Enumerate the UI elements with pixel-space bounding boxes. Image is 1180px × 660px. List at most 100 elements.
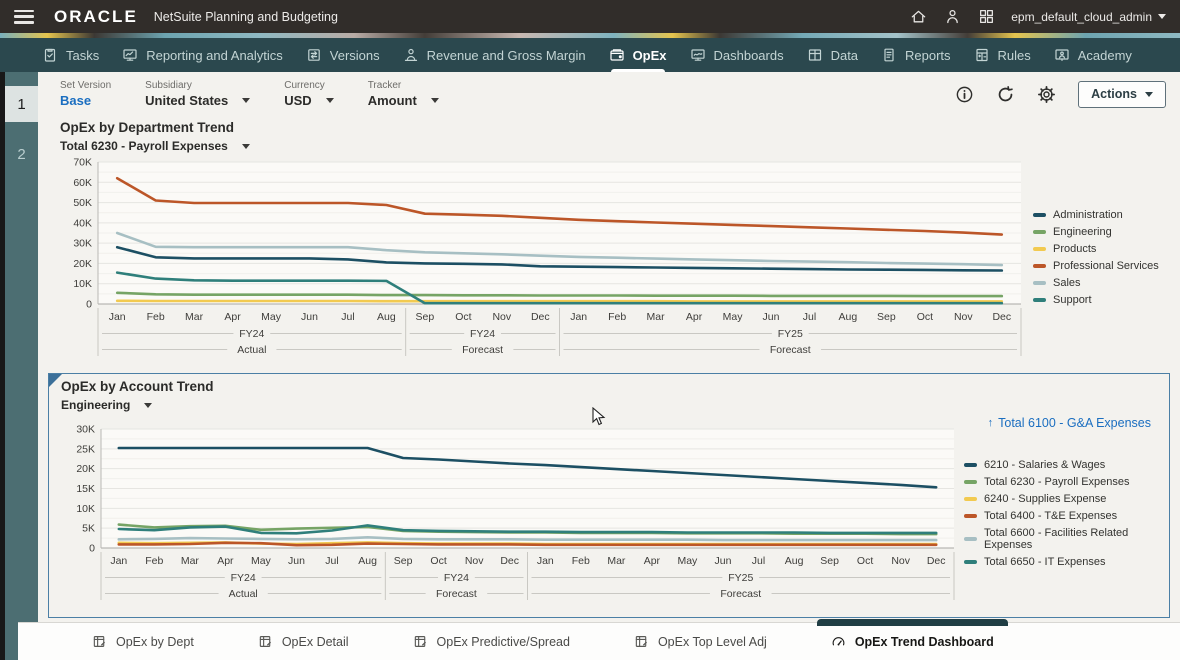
svg-text:Feb: Feb <box>572 555 590 567</box>
legend-item-total-6650-it-expenses[interactable]: Total 6650 - IT Expenses <box>964 556 1167 568</box>
svg-text:Oct: Oct <box>455 311 471 323</box>
chevron-down-icon <box>326 98 334 103</box>
bottom-tab-opex-predictive-spread[interactable]: OpEx Predictive/Spread <box>413 623 570 660</box>
revenue-icon <box>403 47 419 63</box>
sidebar-page-1[interactable]: 1 <box>5 86 38 122</box>
svg-text:70K: 70K <box>73 157 92 169</box>
chevron-down-icon <box>242 98 250 103</box>
legend-label: Engineering <box>1053 226 1112 238</box>
svg-text:30K: 30K <box>76 424 95 436</box>
bottom-tab-opex-trend-dashboard[interactable]: OpEx Trend Dashboard <box>831 623 994 660</box>
nav-tab-revenue-and-gross-margin[interactable]: Revenue and Gross Margin <box>403 38 586 72</box>
svg-text:FY24: FY24 <box>239 328 264 340</box>
chart1-title: OpEx by Department Trend <box>60 120 1180 135</box>
accessibility-icon[interactable] <box>943 8 961 26</box>
legend-item-6240-supplies-expense[interactable]: 6240 - Supplies Expense <box>964 493 1167 505</box>
chevron-down-icon <box>144 403 152 408</box>
reports-icon <box>881 47 897 63</box>
page-sidebar: 12 <box>0 72 38 660</box>
legend-item-total-6230-payroll-expenses[interactable]: Total 6230 - Payroll Expenses <box>964 476 1167 488</box>
legend-item-support[interactable]: Support <box>1033 294 1179 306</box>
filter-currency[interactable]: CurrencyUSD <box>284 80 333 108</box>
filter-label: Subsidiary <box>145 80 250 91</box>
account-trend-chart[interactable]: 05K10K15K20K25K30KJanFebMarAprMayJunJulA… <box>57 422 962 604</box>
user-name: epm_default_cloud_admin <box>1011 10 1152 24</box>
filter-value: Base <box>60 93 111 108</box>
chevron-down-icon <box>1145 92 1153 97</box>
academy-icon <box>1054 47 1070 63</box>
nav-tabs: Tasks Reporting and Analytics Versions Reve… <box>0 38 1180 72</box>
nav-tab-rules[interactable]: Rules <box>974 38 1031 72</box>
bottom-tab-label: OpEx Top Level Adj <box>658 635 767 649</box>
chevron-down-icon <box>431 98 439 103</box>
refresh-icon[interactable] <box>996 85 1015 104</box>
chart1-dimension-selector[interactable]: Total 6230 - Payroll Expenses <box>60 139 1180 153</box>
filters-container: Set VersionBase SubsidiaryUnited States Cu… <box>60 80 473 108</box>
nav-tab-opex[interactable]: OpEx <box>609 38 667 72</box>
legend-label: Products <box>1053 243 1096 255</box>
nav-tab-tasks[interactable]: Tasks <box>42 38 99 72</box>
nav-tab-versions[interactable]: Versions <box>306 38 380 72</box>
legend-swatch <box>1033 247 1046 251</box>
svg-text:Sep: Sep <box>416 311 435 323</box>
bottom-tab-label: OpEx Predictive/Spread <box>437 635 570 649</box>
legend-item-products[interactable]: Products <box>1033 243 1179 255</box>
svg-text:FY24: FY24 <box>470 328 495 340</box>
legend-item-professional-services[interactable]: Professional Services <box>1033 260 1179 272</box>
legend-item-6210-salaries-wages[interactable]: 6210 - Salaries & Wages <box>964 459 1167 471</box>
legend-label: Sales <box>1053 277 1081 289</box>
sheet-icon <box>258 634 273 649</box>
svg-text:Jun: Jun <box>715 555 732 567</box>
nav-tab-dashboards[interactable]: Dashboards <box>690 38 784 72</box>
legend-item-total-6600-facilities-related-expenses[interactable]: Total 6600 - Facilities Related Expenses <box>964 527 1167 551</box>
gear-icon[interactable] <box>1037 85 1056 104</box>
info-icon[interactable] <box>955 85 974 104</box>
legend-item-total-6400-t-e-expenses[interactable]: Total 6400 - T&E Expenses <box>964 510 1167 522</box>
legend-label: Administration <box>1053 209 1123 221</box>
svg-text:Oct: Oct <box>917 311 933 323</box>
drill-up-icon: ↑ <box>988 417 994 429</box>
svg-text:Actual: Actual <box>237 344 266 356</box>
nav-tab-label: Revenue and Gross Margin <box>427 48 586 63</box>
nav-tab-academy[interactable]: Academy <box>1054 38 1132 72</box>
svg-text:Jul: Jul <box>803 311 816 323</box>
legend-label: Professional Services <box>1053 260 1159 272</box>
legend-item-engineering[interactable]: Engineering <box>1033 226 1179 238</box>
app-grid-icon[interactable] <box>977 8 995 26</box>
nav-tab-label: Academy <box>1078 48 1132 63</box>
account-trend-panel[interactable]: OpEx by Account Trend Engineering ↑ Tota… <box>48 373 1170 618</box>
filter-tracker[interactable]: TrackerAmount <box>368 80 439 108</box>
nav-tab-label: Versions <box>330 48 380 63</box>
sidebar-page-2[interactable]: 2 <box>5 136 38 172</box>
nav-tab-reports[interactable]: Reports <box>881 38 951 72</box>
nav-tab-data[interactable]: Data <box>807 38 858 72</box>
application-window: ORACLE NetSuite Planning and Budgeting e… <box>0 0 1180 660</box>
svg-text:Forecast: Forecast <box>436 588 477 600</box>
legend-item-sales[interactable]: Sales <box>1033 277 1179 289</box>
hamburger-menu-icon[interactable] <box>14 10 34 24</box>
chart1-region: 010K20K30K40K50K60K70KJanFebMarAprMayJun… <box>38 155 1180 360</box>
active-bottom-tab-indicator <box>817 619 1008 626</box>
user-menu[interactable]: epm_default_cloud_admin <box>1011 10 1166 24</box>
bottom-tab-opex-top-level-adj[interactable]: OpEx Top Level Adj <box>634 623 767 660</box>
chevron-down-icon <box>242 144 250 149</box>
filter-subsidiary[interactable]: SubsidiaryUnited States <box>145 80 250 108</box>
legend-item-administration[interactable]: Administration <box>1033 209 1179 221</box>
legend-swatch <box>1033 298 1046 302</box>
svg-text:Jan: Jan <box>537 555 554 567</box>
actions-button[interactable]: Actions <box>1078 81 1166 108</box>
chart2-header: OpEx by Account Trend Engineering <box>49 374 1169 414</box>
bottom-tab-opex-detail[interactable]: OpEx Detail <box>258 623 349 660</box>
bottom-tab-opex-by-dept[interactable]: OpEx by Dept <box>92 623 194 660</box>
svg-text:Mar: Mar <box>647 311 666 323</box>
svg-text:50K: 50K <box>73 197 92 209</box>
nav-tab-label: OpEx <box>633 48 667 63</box>
chart2-dimension-selector[interactable]: Engineering <box>61 398 1169 412</box>
drill-up-link[interactable]: ↑ Total 6100 - G&A Expenses <box>988 416 1151 430</box>
legend-label: 6210 - Salaries & Wages <box>984 459 1105 471</box>
department-trend-chart[interactable]: 010K20K30K40K50K60K70KJanFebMarAprMayJun… <box>54 155 1029 360</box>
filter-set-version[interactable]: Set VersionBase <box>60 80 111 108</box>
home-icon[interactable] <box>909 8 927 26</box>
nav-tab-reporting-and-analytics[interactable]: Reporting and Analytics <box>122 38 283 72</box>
sheet-icon <box>413 634 428 649</box>
